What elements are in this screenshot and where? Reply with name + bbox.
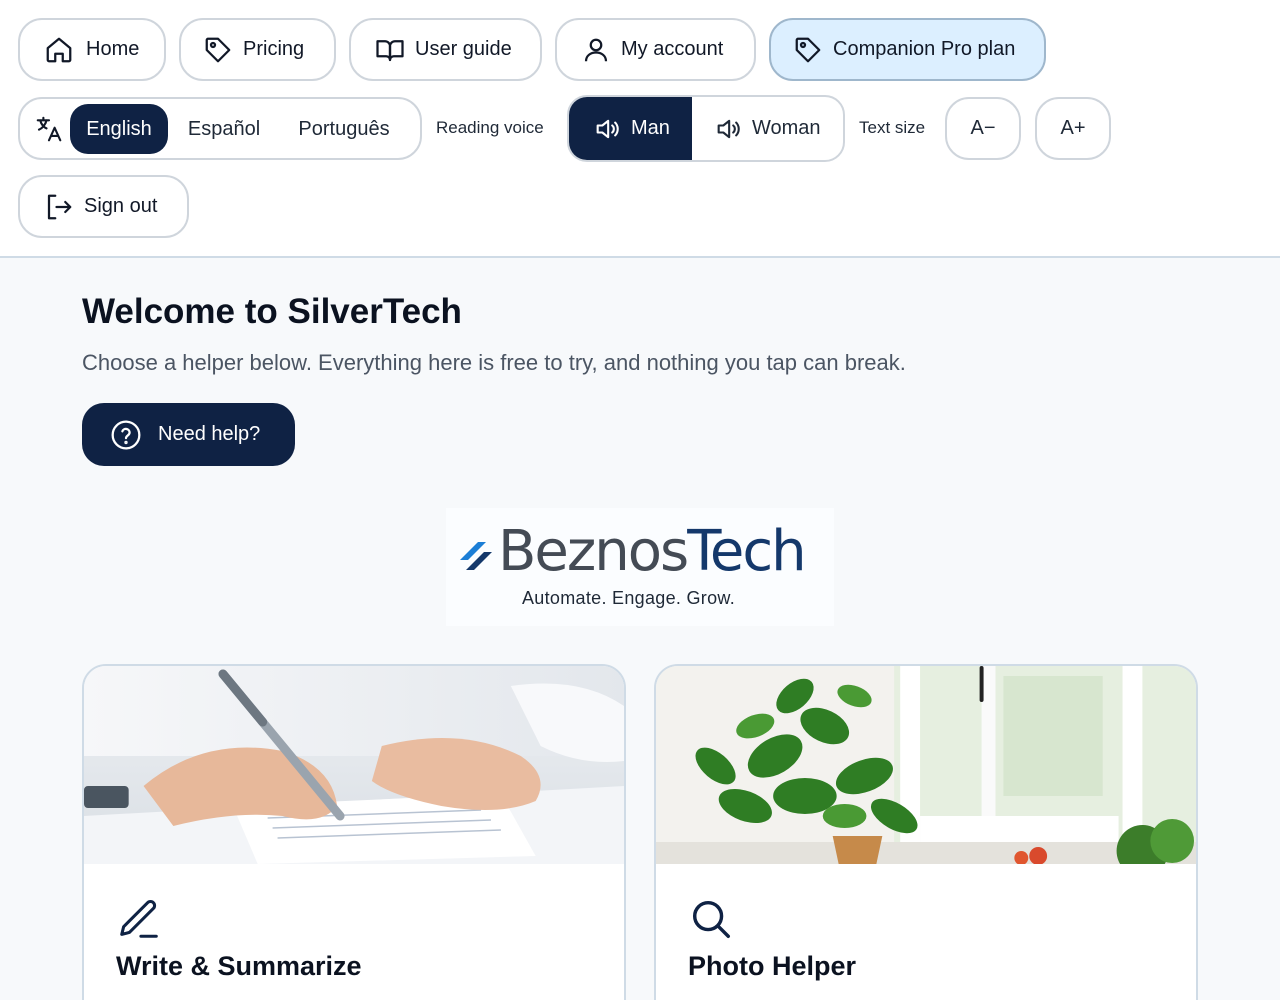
voice-option-man-label: Man (631, 117, 670, 139)
user-icon (581, 35, 611, 65)
magnifier-icon (688, 896, 734, 942)
home-label: Home (86, 38, 140, 60)
my-account-label: My account (621, 38, 724, 60)
language-option-portugues[interactable]: Português (280, 104, 408, 154)
pricing-label: Pricing (243, 38, 305, 60)
card-title: Photo Helper (688, 951, 857, 981)
home-icon (44, 35, 74, 65)
page-subtitle: Choose a helper below. Everything here i… (82, 350, 906, 375)
voice-option-woman-label: Woman (752, 117, 821, 139)
speaker-icon (717, 119, 740, 138)
writing-hands-photo (84, 666, 624, 864)
card-write-summarize[interactable]: Write & Summarize (82, 664, 626, 1000)
pricing-button[interactable]: Pricing (179, 18, 336, 81)
reading-voice-label: Reading voice (436, 118, 544, 137)
language-option-espanol[interactable]: Español (172, 104, 276, 154)
top-toolbar: Home Pricing User guide My account Compa… (0, 0, 1280, 258)
my-account-button[interactable]: My account (555, 18, 756, 81)
sign-out-icon (44, 192, 74, 222)
help-icon (111, 420, 141, 449)
text-size-label: Text size (859, 118, 926, 137)
sign-out-label: Sign out (84, 195, 158, 217)
language-option-english[interactable]: English (70, 104, 168, 154)
language-switcher: English Español Português (18, 97, 422, 160)
need-help-label: Need help? (158, 423, 261, 445)
pro-plan-label: Companion Pro plan (833, 38, 1016, 60)
pro-plan-button[interactable]: Companion Pro plan (769, 18, 1046, 81)
voice-switcher: Man Woman (567, 95, 845, 162)
card-title: Write & Summarize (116, 951, 362, 981)
home-button[interactable]: Home (18, 18, 166, 81)
logo-tagline: Automate. Engage. Grow. (522, 588, 736, 608)
increase-text-size-button[interactable]: A+ (1035, 97, 1111, 160)
pencil-icon (116, 896, 162, 942)
voice-option-man[interactable]: Man (569, 97, 692, 160)
logo-mark-icon (460, 542, 492, 570)
logo-wordmark: BeznosTech (498, 519, 807, 584)
sign-out-button[interactable]: Sign out (18, 175, 189, 238)
tag-icon (793, 35, 823, 65)
brand-logo: BeznosTech Automate. Engage. Grow. (446, 508, 834, 626)
book-icon (375, 35, 405, 65)
houseplant-photo (656, 666, 1196, 864)
tag-icon (203, 35, 233, 65)
user-guide-label: User guide (415, 38, 512, 60)
voice-option-woman[interactable]: Woman (692, 97, 843, 160)
page-title: Welcome to SilverTech (82, 292, 462, 331)
card-photo-helper[interactable]: Photo Helper (654, 664, 1198, 1000)
need-help-button[interactable]: Need help? (82, 403, 295, 466)
decrease-text-size-button[interactable]: A− (945, 97, 1021, 160)
user-guide-button[interactable]: User guide (349, 18, 542, 81)
speaker-icon (596, 119, 619, 138)
translate-icon (34, 114, 64, 144)
